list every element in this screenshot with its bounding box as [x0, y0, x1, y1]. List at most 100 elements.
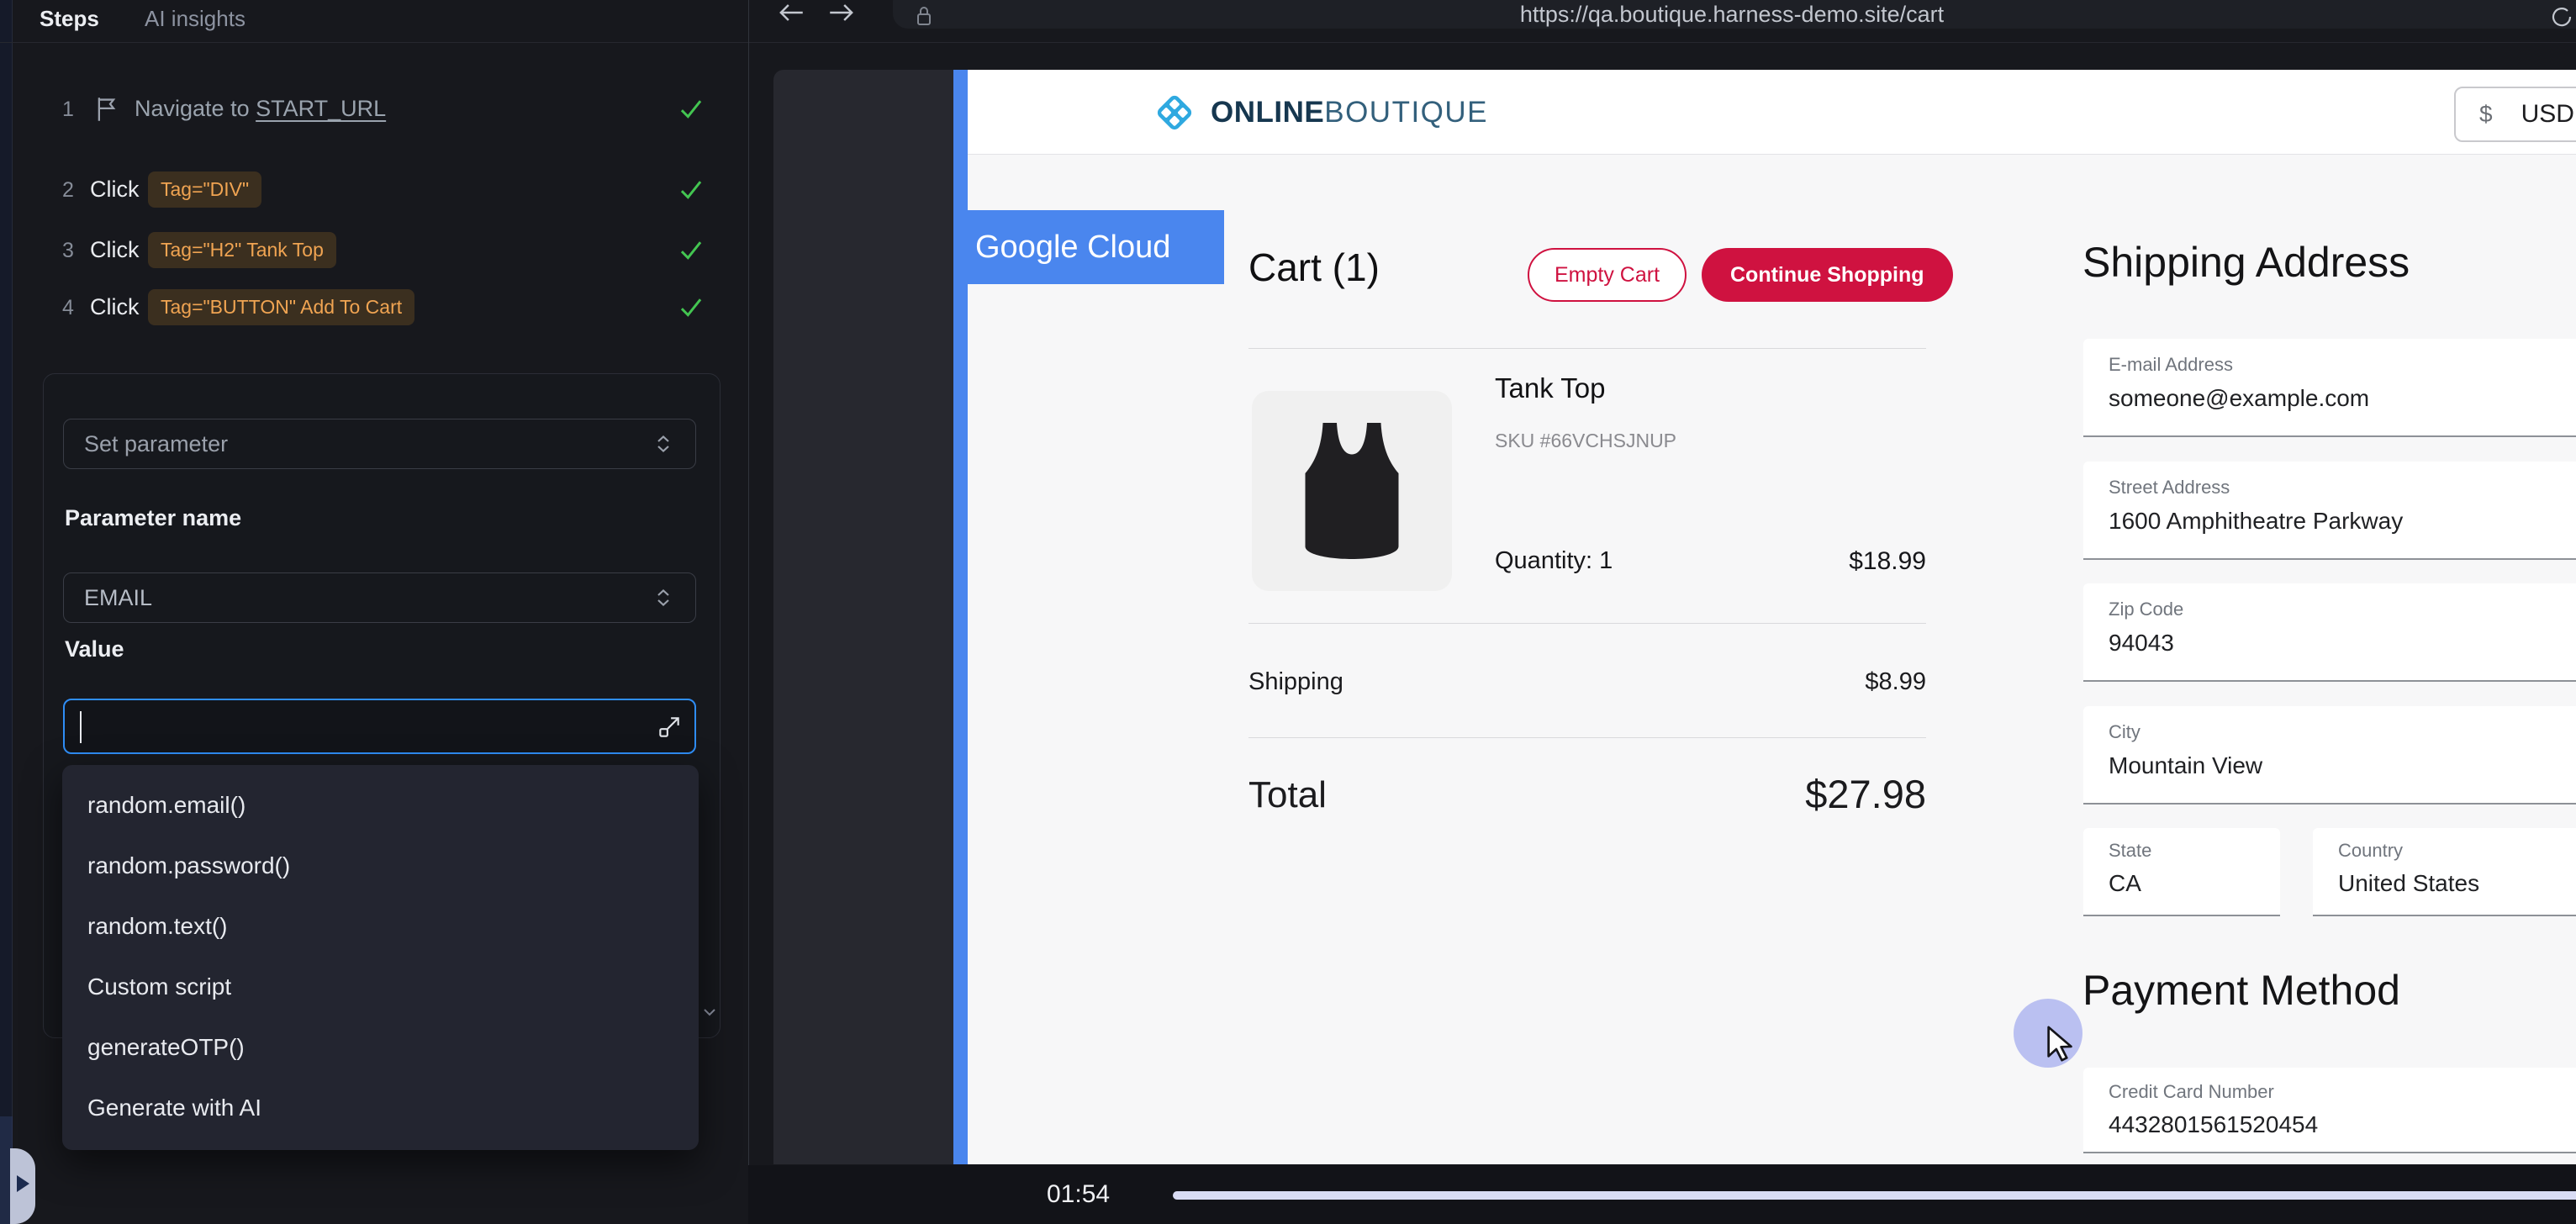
value-suggestions-dropdown: random.email() random.password() random.… — [62, 765, 699, 1150]
step-target-badge: Tag="DIV" — [148, 171, 261, 208]
header-divider — [0, 42, 2576, 43]
logo-text-light: BOUTIQUE — [1324, 96, 1488, 129]
state-label: State — [2109, 840, 2151, 862]
email-field[interactable]: E-mail Address someone@example.com — [2083, 339, 2576, 437]
zip-code-label: Zip Code — [2109, 599, 2183, 620]
total-label: Total — [1248, 774, 1327, 816]
forward-icon[interactable] — [826, 1, 857, 24]
email-field-label: E-mail Address — [2109, 354, 2233, 376]
state-field[interactable]: State CA — [2083, 828, 2280, 916]
email-field-value: someone@example.com — [2109, 385, 2369, 412]
empty-cart-button[interactable]: Empty Cart — [1528, 248, 1687, 302]
flag-icon — [94, 96, 119, 123]
step-action: Click — [90, 294, 140, 320]
credit-card-value: 4432801561520454 — [2109, 1111, 2318, 1138]
action-type-select-value: Set parameter — [84, 431, 228, 457]
city-field[interactable]: City Mountain View — [2083, 706, 2576, 805]
logo-text-bold: ONLINE — [1211, 96, 1324, 129]
select-chevrons-icon — [652, 586, 675, 609]
country-field[interactable]: Country United States — [2313, 828, 2576, 916]
suggestion-random-password[interactable]: random.password() — [62, 836, 699, 896]
viewport-backdrop — [773, 70, 953, 1164]
tank-top-image — [1289, 415, 1415, 567]
mouse-cursor-icon — [2041, 1024, 2080, 1066]
product-sku: SKU #66VCHSJNUP — [1495, 430, 1676, 452]
product-image — [1252, 391, 1452, 591]
timeline-bar: 01:54 — [748, 1165, 2576, 1224]
check-icon — [678, 96, 705, 123]
step-row-2[interactable]: 2 Click Tag="DIV" — [34, 171, 723, 212]
timeline-progress[interactable] — [1173, 1191, 2576, 1200]
app-root: Steps AI insights 1 Navigate to START_UR… — [0, 0, 2576, 1224]
payment-method-title: Payment Method — [2082, 966, 2400, 1015]
city-label: City — [2109, 721, 2141, 743]
country-label: Country — [2338, 840, 2403, 862]
product-price: $18.99 — [1849, 547, 1926, 576]
timeline-timestamp: 01:54 — [1047, 1165, 1110, 1224]
step-row-3[interactable]: 3 Click Tag="H2" Tank Top — [34, 232, 723, 272]
currency-selector[interactable]: $ USD — [2454, 87, 2576, 142]
suggestion-generate-with-ai[interactable]: Generate with AI — [62, 1078, 699, 1138]
text-caret — [80, 711, 82, 743]
street-address-value: 1600 Amphitheatre Parkway — [2109, 508, 2403, 535]
divider — [1248, 737, 1926, 738]
step-action: Click — [90, 177, 140, 203]
select-chevrons-icon — [652, 432, 675, 456]
suggestion-random-text[interactable]: random.text() — [62, 896, 699, 957]
country-value: United States — [2338, 870, 2479, 897]
check-icon — [678, 294, 705, 321]
state-value: CA — [2109, 870, 2141, 897]
step-number: 1 — [62, 98, 74, 122]
logo-diamond-icon — [1150, 88, 1199, 137]
credit-card-field[interactable]: Credit Card Number 4432801561520454 — [2083, 1068, 2576, 1153]
currency-code: USD — [2521, 100, 2574, 129]
start-url-link[interactable]: START_URL — [256, 96, 386, 121]
url-text: https://qa.boutique.harness-demo.site/ca… — [1009, 2, 2455, 28]
refresh-icon[interactable] — [2547, 3, 2576, 31]
total-value: $27.98 — [1805, 771, 1926, 817]
shipping-cost-value: $8.99 — [1865, 668, 1926, 696]
expand-icon[interactable] — [656, 714, 683, 741]
parameter-name-select[interactable]: EMAIL — [63, 572, 696, 623]
street-address-field[interactable]: Street Address 1600 Amphitheatre Parkway — [2083, 462, 2576, 560]
zip-code-field[interactable]: Zip Code 94043 — [2083, 583, 2576, 682]
continue-shopping-button[interactable]: Continue Shopping — [1702, 248, 1953, 302]
parameter-name-select-value: EMAIL — [84, 585, 152, 611]
street-address-label: Street Address — [2109, 477, 2230, 499]
step-row-4[interactable]: 4 Click Tag="BUTTON" Add To Cart — [34, 289, 723, 330]
divider — [1248, 623, 1926, 624]
panel-divider — [748, 0, 749, 1224]
step-number: 4 — [62, 296, 74, 320]
check-icon — [678, 237, 705, 264]
hidden-select-chevron-icon — [699, 1002, 720, 1022]
back-icon[interactable] — [776, 1, 806, 24]
suggestion-random-email[interactable]: random.email() — [62, 775, 699, 836]
credit-card-label: Credit Card Number — [2109, 1081, 2274, 1103]
step-action-label: Navigate to START_URL — [135, 96, 386, 122]
logo-text: ONLINEBOUTIQUE — [1211, 96, 1488, 129]
play-icon — [17, 1175, 29, 1192]
currency-symbol: $ — [2479, 101, 2493, 128]
tab-steps[interactable]: Steps — [40, 0, 99, 37]
suggestion-custom-script[interactable]: Custom script — [62, 957, 699, 1017]
step-row-1[interactable]: 1 Navigate to START_URL — [34, 91, 723, 131]
city-value: Mountain View — [2109, 752, 2262, 779]
site-logo[interactable]: ONLINEBOUTIQUE — [1150, 88, 1488, 137]
step-action: Click — [90, 237, 140, 263]
value-label: Value — [65, 636, 124, 662]
step-number: 3 — [62, 239, 74, 263]
left-edge-strip — [0, 0, 13, 1116]
product-name: Tank Top — [1495, 372, 1605, 404]
lock-icon — [911, 3, 937, 30]
step-target-badge: Tag="BUTTON" Add To Cart — [148, 289, 414, 325]
suggestion-generate-otp[interactable]: generateOTP() — [62, 1017, 699, 1078]
tab-ai-insights[interactable]: AI insights — [145, 0, 245, 37]
drawer-handle[interactable] — [10, 1148, 35, 1224]
shipping-cost-label: Shipping — [1248, 668, 1343, 696]
product-quantity: Quantity: 1 — [1495, 547, 1613, 575]
value-input[interactable] — [63, 699, 696, 754]
cart-title: Cart (1) — [1248, 245, 1380, 290]
action-type-select[interactable]: Set parameter — [63, 419, 696, 469]
zip-code-value: 94043 — [2109, 630, 2174, 657]
parameter-name-label: Parameter name — [65, 505, 241, 531]
